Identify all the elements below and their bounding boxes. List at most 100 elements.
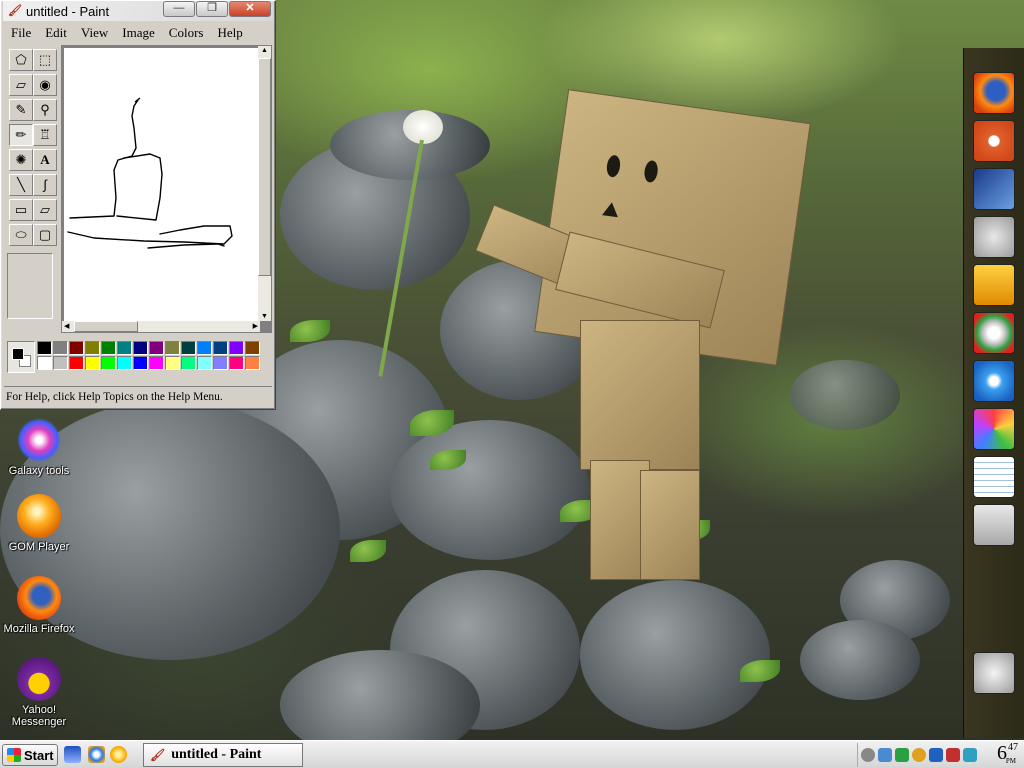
notepad-icon[interactable] — [973, 456, 1015, 498]
text-icon[interactable]: A — [33, 149, 57, 171]
minimize-button[interactable]: — — [163, 1, 195, 17]
wallpaper-rock — [390, 420, 590, 560]
color-swatch[interactable] — [69, 341, 84, 355]
menu-file[interactable]: File — [4, 25, 38, 41]
menu-help[interactable]: Help — [210, 25, 249, 41]
color-swatch[interactable] — [165, 341, 180, 355]
desktop-icon-yahoo-messenger[interactable]: Yahoo! Messenger — [0, 657, 78, 728]
firefox-icon[interactable] — [973, 72, 1015, 114]
desktop-icon-galaxy-tools[interactable]: Galaxy tools — [0, 418, 78, 477]
color-swatch[interactable] — [133, 341, 148, 355]
free-form-select-icon[interactable]: ⬠ — [9, 49, 33, 71]
color-swatch[interactable] — [69, 356, 84, 370]
ubuntu-icon[interactable] — [973, 120, 1015, 162]
recycle-bin-icon[interactable] — [973, 652, 1015, 694]
color-swatch[interactable] — [181, 341, 196, 355]
color-swatch[interactable] — [85, 356, 100, 370]
color-swatch[interactable] — [117, 341, 132, 355]
color-swatch[interactable] — [53, 356, 68, 370]
close-button[interactable]: ✕ — [229, 1, 271, 17]
messenger-icon[interactable] — [110, 746, 127, 763]
maximize-button[interactable]: ❐ — [196, 1, 228, 17]
color-swatch[interactable] — [229, 356, 244, 370]
color-swatch[interactable] — [165, 356, 180, 370]
tool-options-panel[interactable] — [7, 253, 53, 319]
menu-edit[interactable]: Edit — [38, 25, 74, 41]
paint-window[interactable]: 🖌 untitled - Paint — ❐ ✕ File Edit View … — [0, 0, 276, 410]
vertical-scrollbar[interactable]: ▲ ▼ — [258, 46, 271, 321]
menu-colors[interactable]: Colors — [162, 25, 211, 41]
clock[interactable]: 6 47 PM — [997, 742, 1018, 765]
windows-flag-icon — [7, 748, 21, 762]
color-swatch[interactable] — [197, 356, 212, 370]
pencil-icon[interactable]: ✏ — [9, 124, 33, 146]
gears-icon[interactable] — [973, 216, 1015, 258]
color-swatch[interactable] — [245, 356, 260, 370]
rectangle-icon[interactable]: ▭ — [9, 199, 33, 221]
color-swatch[interactable] — [133, 356, 148, 370]
desktop-icon-gom-player[interactable]: GOM Player — [0, 494, 78, 553]
color-swatch[interactable] — [117, 356, 132, 370]
itunes-icon[interactable] — [973, 360, 1015, 402]
taskbar-button-paint[interactable]: 🖌 untitled - Paint — [143, 743, 303, 767]
pick-color-icon[interactable]: ✎ — [9, 99, 33, 121]
curve-icon[interactable]: ∫ — [33, 174, 57, 196]
paint-palette-icon[interactable] — [973, 408, 1015, 450]
scroll-up-icon[interactable]: ▲ — [261, 47, 268, 54]
messenger-tray-icon[interactable] — [912, 748, 926, 762]
color-swatch[interactable] — [85, 341, 100, 355]
volume-icon[interactable] — [861, 748, 875, 762]
color-swatch[interactable] — [53, 341, 68, 355]
title-bar[interactable]: 🖌 untitled - Paint — ❐ ✕ — [3, 1, 273, 21]
color-swatch[interactable] — [213, 341, 228, 355]
menu-view[interactable]: View — [74, 25, 115, 41]
color-swatch[interactable] — [101, 356, 116, 370]
airbrush-icon[interactable]: ✺ — [9, 149, 33, 171]
users-icon[interactable] — [973, 264, 1015, 306]
wallpaper-rock — [790, 360, 900, 430]
color-swatch[interactable] — [37, 341, 52, 355]
tv-icon[interactable] — [929, 748, 943, 762]
shield-icon[interactable] — [895, 748, 909, 762]
menu-image[interactable]: Image — [115, 25, 161, 41]
network-icon[interactable] — [878, 748, 892, 762]
color-swatch[interactable] — [149, 356, 164, 370]
current-colors[interactable] — [7, 341, 35, 373]
color-swatch[interactable] — [229, 341, 244, 355]
calculator-icon[interactable] — [973, 504, 1015, 546]
color-swatch[interactable] — [181, 356, 196, 370]
desktop-icon-mozilla-firefox[interactable]: Mozilla Firefox — [0, 576, 78, 635]
update-icon[interactable] — [946, 748, 960, 762]
show-desktop-icon[interactable] — [64, 746, 81, 763]
scroll-left-icon[interactable]: ◀ — [64, 322, 69, 330]
color-swatch[interactable] — [213, 356, 228, 370]
drawing-canvas[interactable] — [64, 48, 258, 321]
scroll-right-icon[interactable]: ▶ — [253, 322, 258, 330]
color-swatch[interactable] — [37, 356, 52, 370]
brush-icon[interactable]: ♖ — [33, 124, 57, 146]
start-button[interactable]: Start — [2, 744, 58, 766]
vertical-scroll-thumb[interactable] — [258, 58, 271, 276]
ellipse-icon[interactable]: ⬭ — [9, 224, 33, 246]
polygon-icon[interactable]: ▱ — [33, 199, 57, 221]
fill-with-color-icon[interactable]: ◉ — [33, 74, 57, 96]
wallpaper-rock — [800, 620, 920, 700]
line-icon[interactable]: ╲ — [9, 174, 33, 196]
color-swatch[interactable] — [197, 341, 212, 355]
disc-icon[interactable] — [973, 312, 1015, 354]
magnifier-icon[interactable]: ⚲ — [33, 99, 57, 121]
color-swatch[interactable] — [149, 341, 164, 355]
internet-explorer-icon[interactable] — [88, 746, 105, 763]
display-icon[interactable] — [963, 748, 977, 762]
rounded-rectangle-icon[interactable]: ▢ — [33, 224, 57, 246]
color-swatch[interactable] — [245, 341, 260, 355]
eraser-icon[interactable]: ▱ — [9, 74, 33, 96]
rectangle-select-icon[interactable]: ⬚ — [33, 49, 57, 71]
scroll-down-icon[interactable]: ▼ — [261, 313, 268, 320]
color-palette — [5, 339, 267, 375]
display-settings-icon[interactable] — [973, 168, 1015, 210]
horizontal-scrollbar[interactable]: ◀ ▶ — [62, 321, 260, 332]
color-swatch[interactable] — [101, 341, 116, 355]
dock-bar — [963, 48, 1024, 738]
horizontal-scroll-thumb[interactable] — [74, 321, 138, 332]
